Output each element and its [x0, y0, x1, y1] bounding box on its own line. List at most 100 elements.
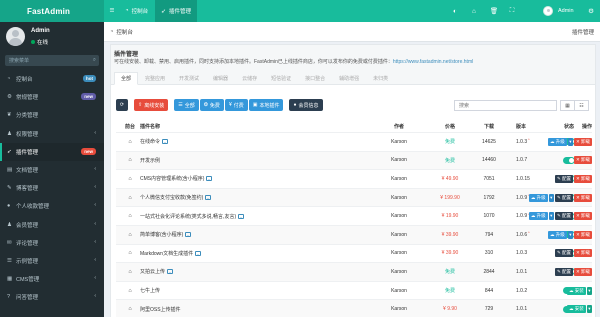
install-button[interactable]: ☁ 安装: [566, 286, 586, 295]
sidebar-item-7[interactable]: ● 个人收款管理 ‹: [0, 197, 104, 215]
sidebar-item-10[interactable]: ☰ 示例管理 ‹: [0, 252, 104, 270]
sidebar-item-5[interactable]: ▤ 文档管理 ‹: [0, 161, 104, 179]
fullscreen-icon[interactable]: ⛶: [505, 0, 519, 22]
tab-1[interactable]: 完整应用: [138, 72, 172, 85]
home-icon[interactable]: ⌂: [120, 152, 140, 170]
plugin-name-text[interactable]: 阿里OSS上传插件: [140, 306, 181, 313]
uninstall-button[interactable]: ✕ 卸载: [573, 193, 592, 202]
image-icon[interactable]: [238, 213, 245, 219]
home-icon[interactable]: ⌂: [120, 282, 140, 300]
upgrade-button[interactable]: ☁ 升级: [547, 137, 567, 146]
home-icon[interactable]: ⌂: [120, 226, 140, 244]
plugin-name-text[interactable]: 个人微信支付宝收款(免签约): [140, 194, 203, 201]
plugin-name-text[interactable]: 开发示例: [140, 157, 160, 164]
config-button[interactable]: ✎ 配置: [554, 174, 573, 183]
trash-icon[interactable]: 🗑: [487, 0, 501, 22]
uninstall-button[interactable]: ✕ 卸载: [573, 249, 592, 258]
uninstall-button[interactable]: ✕ 卸载: [573, 267, 592, 276]
plugin-author[interactable]: Karson: [384, 170, 414, 188]
home-icon[interactable]: ⌂: [120, 170, 140, 188]
tab-0[interactable]: 全部: [114, 72, 139, 85]
home-icon[interactable]: ⌂: [120, 189, 140, 207]
upgrade-dropdown-caret[interactable]: ▾: [567, 230, 573, 239]
nav-tab-plugins[interactable]: ➶ 插件管理: [155, 0, 198, 22]
plugin-author[interactable]: Karson: [384, 282, 414, 300]
home-icon[interactable]: ⌂: [120, 245, 140, 263]
image-icon[interactable]: [167, 269, 174, 275]
user-menu[interactable]: Admin: [543, 0, 574, 22]
sidebar-item-8[interactable]: ♟ 会员管理 ‹: [0, 216, 104, 234]
upgrade-dropdown-caret[interactable]: ▾: [567, 137, 573, 146]
config-button[interactable]: ✎ 配置: [554, 267, 573, 276]
uninstall-button[interactable]: ✕ 卸载: [573, 137, 592, 146]
header-name[interactable]: 插件名称: [140, 120, 160, 132]
tab-7[interactable]: 辅助增强: [332, 72, 366, 85]
toggle-view-icon[interactable]: ▦: [560, 100, 575, 111]
member-info-button[interactable]: ● 会员信息: [289, 99, 323, 111]
header-pre[interactable]: 前台: [120, 120, 140, 132]
home-icon[interactable]: ⌂: [120, 263, 140, 281]
sidebar-item-4[interactable]: ➶ 插件管理 new: [0, 142, 104, 161]
sidebar-item-2[interactable]: ❦ 分类管理: [0, 106, 104, 124]
tab-6[interactable]: 接口整合: [298, 72, 332, 85]
install-dropdown-caret[interactable]: ▾: [586, 305, 592, 314]
filter-free-button[interactable]: ❂ 免费: [199, 99, 224, 111]
plugin-author[interactable]: Karson: [384, 133, 414, 151]
plugin-author[interactable]: Karson: [384, 300, 414, 317]
upgrade-dropdown-caret[interactable]: ▾: [548, 212, 554, 221]
upgrade-dropdown-caret[interactable]: ▾: [548, 193, 554, 202]
uninstall-button[interactable]: ✕ 卸载: [573, 230, 592, 239]
filter-paid-button[interactable]: ¥ 付费: [224, 99, 248, 111]
config-button[interactable]: ✎ 配置: [554, 212, 573, 221]
plugin-name-text[interactable]: 在线命令: [140, 138, 160, 145]
plugin-author[interactable]: Karson: [384, 152, 414, 170]
home-icon[interactable]: ⌂: [120, 300, 140, 317]
search-icon[interactable]: ⌕: [93, 57, 96, 64]
home-icon[interactable]: ⌂: [120, 207, 140, 225]
plugin-name-text[interactable]: CMS内容管理系统(含小程序): [140, 175, 204, 182]
plugin-name-text[interactable]: 七牛上传: [140, 287, 160, 294]
image-icon[interactable]: [205, 195, 212, 201]
plugin-author[interactable]: Karson: [384, 226, 414, 244]
sidebar-item-0[interactable]: ◔ 控制台 hot: [0, 70, 104, 88]
sidebar-item-3[interactable]: ♟ 权限管理 ‹: [0, 125, 104, 143]
columns-icon[interactable]: ☷: [574, 100, 589, 111]
image-icon[interactable]: [206, 176, 213, 182]
sidebar-item-1[interactable]: ⚙ 常规管理 new: [0, 88, 104, 106]
plugin-author[interactable]: Karson: [384, 263, 414, 281]
sidebar-toggle-button[interactable]: ☰: [108, 0, 116, 22]
plugin-author[interactable]: Karson: [384, 245, 414, 263]
filter-all-button[interactable]: ☰ 全部: [174, 99, 199, 111]
config-button[interactable]: ✎ 配置: [554, 249, 573, 258]
tab-5[interactable]: 短信验证: [264, 72, 298, 85]
tab-3[interactable]: 编辑器: [206, 72, 235, 85]
nav-tab-console[interactable]: ◔ 控制台: [122, 0, 151, 22]
upgrade-button[interactable]: ☁ 升级: [528, 193, 548, 202]
sidebar-item-9[interactable]: ✉ 评论管理 ‹: [0, 234, 104, 252]
gear-icon[interactable]: ⚙: [584, 0, 598, 22]
store-link[interactable]: https://www.fastadmin.net/store.html: [393, 59, 473, 65]
breadcrumb[interactable]: ◔ 控制台: [110, 22, 133, 42]
offline-install-button[interactable]: ⇪ 离线安装: [134, 99, 169, 111]
plugin-name-text[interactable]: 又拍云上传: [140, 268, 165, 275]
home-icon[interactable]: ⌂: [467, 0, 481, 22]
brand-logo[interactable]: FastAdmin: [0, 0, 104, 22]
toggle-icon[interactable]: ◐: [448, 0, 462, 22]
tab-4[interactable]: 云储存: [235, 72, 264, 85]
image-icon[interactable]: [162, 139, 169, 145]
config-button[interactable]: ✎ 配置: [554, 193, 573, 202]
home-icon[interactable]: ⌂: [120, 133, 140, 151]
filter-local-button[interactable]: ▣ 本地插件: [248, 99, 284, 111]
plugin-author[interactable]: Karson: [384, 189, 414, 207]
image-icon[interactable]: [195, 250, 202, 256]
plugin-name-text[interactable]: 一站式社会化评论系统(类式多说,畅言,友言): [140, 213, 236, 220]
header-downloads[interactable]: 下载: [474, 120, 504, 132]
upgrade-button[interactable]: ☁ 升级: [528, 212, 548, 221]
install-button[interactable]: ☁ 安装: [566, 305, 586, 314]
plugin-name-text[interactable]: 简单博客(含小程序): [140, 231, 183, 238]
uninstall-button[interactable]: ✕ 卸载: [573, 174, 592, 183]
sidebar-search-input[interactable]: 搜索菜单 ⌕: [5, 55, 99, 66]
sidebar-item-11[interactable]: ▦ CMS管理 ‹: [0, 270, 104, 288]
header-author[interactable]: 作者: [384, 120, 414, 132]
search-input[interactable]: [454, 100, 557, 111]
